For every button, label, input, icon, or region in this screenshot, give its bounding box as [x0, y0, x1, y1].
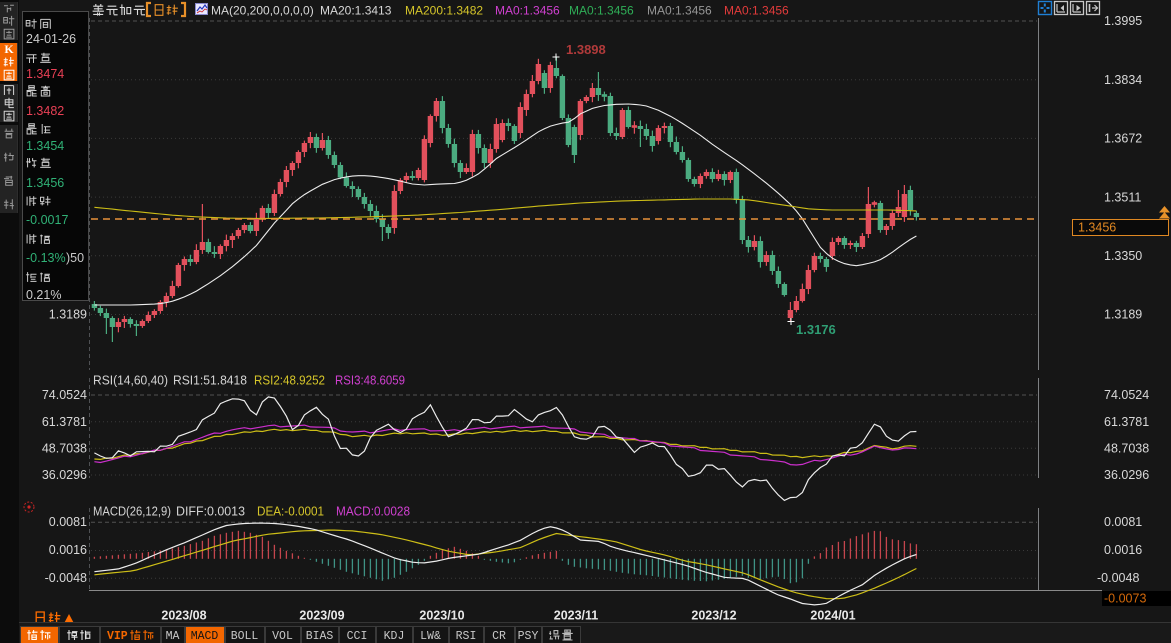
- svg-text:KDJ: KDJ: [384, 630, 405, 643]
- svg-text:MACD: MACD: [191, 630, 219, 643]
- svg-text:MA: MA: [166, 630, 180, 643]
- svg-text:CCI: CCI: [347, 630, 368, 643]
- svg-text:CR: CR: [492, 630, 506, 643]
- svg-text:BOLL: BOLL: [231, 630, 259, 643]
- svg-text:VOL: VOL: [272, 630, 293, 643]
- svg-text:RSI: RSI: [456, 630, 477, 643]
- svg-text:PSY: PSY: [518, 630, 539, 643]
- svg-text:LW&: LW&: [420, 630, 441, 643]
- svg-text:BIAS: BIAS: [306, 630, 334, 643]
- svg-text:VIP: VIP: [107, 630, 128, 643]
